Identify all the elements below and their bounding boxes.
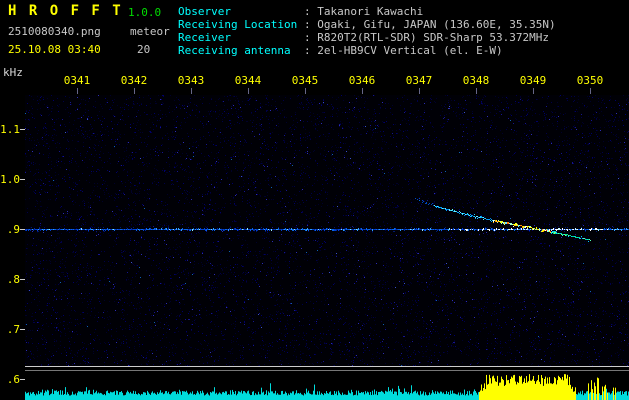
- y-tick-label: 1.1: [0, 123, 20, 136]
- info-label: Receiving Location: [178, 18, 298, 31]
- y-tick-mark: [20, 329, 25, 330]
- separator-line: [25, 366, 629, 367]
- y-tick-mark: [20, 129, 25, 130]
- y-tick-mark: [20, 179, 25, 180]
- y-tick-label: .7: [6, 323, 20, 336]
- y-tick-mark: [20, 279, 25, 280]
- app-title: H R O F F T: [8, 3, 123, 19]
- x-tick-label: 0343: [177, 74, 205, 87]
- spectrogram-canvas: [25, 95, 629, 366]
- x-tick-mark: [191, 88, 192, 94]
- output-filename: 2510080340.png: [8, 25, 101, 38]
- info-value: : Ogaki, Gifu, JAPAN (136.60E, 35.35N): [304, 18, 556, 31]
- x-tick-mark: [590, 88, 591, 94]
- sample-count: 20: [137, 43, 151, 56]
- x-tick-label: 0350: [576, 74, 604, 87]
- x-tick-mark: [362, 88, 363, 94]
- info-label: Observer: [178, 5, 231, 18]
- info-value: : R820T2(RTL-SDR) SDR-Sharp 53.372MHz: [304, 31, 550, 44]
- observation-info-row: Receiving Location : Ogaki, Gifu, JAPAN (…: [178, 18, 556, 31]
- info-label: Receiving antenna: [178, 44, 291, 57]
- x-tick-mark: [77, 88, 78, 94]
- x-tick-label: 0344: [234, 74, 262, 87]
- observation-info-row: Receiving antenna : 2el-HB9CV Vertical (e…: [178, 44, 556, 57]
- info-value: : 2el-HB9CV Vertical (el. E-W): [304, 44, 503, 57]
- observation-info-row: Observer : Takanori Kawachi: [178, 5, 556, 18]
- y-tick-label: 1.0: [0, 173, 20, 186]
- x-tick-label: 0347: [405, 74, 433, 87]
- hrofft-output-window: H R O F F T 1.0.0 2510080340.png meteor …: [0, 0, 629, 400]
- x-tick-label: 0348: [462, 74, 490, 87]
- x-tick-label: 0346: [348, 74, 376, 87]
- x-tick-mark: [476, 88, 477, 94]
- observation-info-row: Receiver : R820T2(RTL-SDR) SDR-Sharp 53.3…: [178, 31, 556, 44]
- x-tick-mark: [305, 88, 306, 94]
- y-tick-mark: [20, 229, 25, 230]
- y-tick-label: .8: [6, 273, 20, 286]
- signal-level-canvas: [25, 373, 629, 400]
- info-value: : Takanori Kawachi: [304, 5, 424, 18]
- observation-datetime: 25.10.08 03:40: [8, 43, 101, 56]
- y-axis-unit: kHz: [3, 66, 23, 79]
- x-tick-label: 0349: [519, 74, 547, 87]
- info-label: Receiver: [178, 31, 231, 44]
- observation-info: Observer: Takanori Kawachi Receiving Loca…: [178, 5, 556, 57]
- app-version: 1.0.0: [128, 6, 162, 19]
- separator-line: [25, 370, 629, 371]
- x-tick-mark: [134, 88, 135, 94]
- x-tick-mark: [419, 88, 420, 94]
- y-tick-label: .6: [6, 373, 20, 386]
- x-tick-label: 0345: [291, 74, 319, 87]
- x-tick-label: 0342: [120, 74, 148, 87]
- x-tick-mark: [248, 88, 249, 94]
- x-tick-mark: [533, 88, 534, 94]
- x-tick-label: 0341: [63, 74, 91, 87]
- mode-label: meteor: [130, 25, 170, 38]
- y-tick-label: .9: [6, 223, 20, 236]
- y-tick-mark: [20, 379, 25, 380]
